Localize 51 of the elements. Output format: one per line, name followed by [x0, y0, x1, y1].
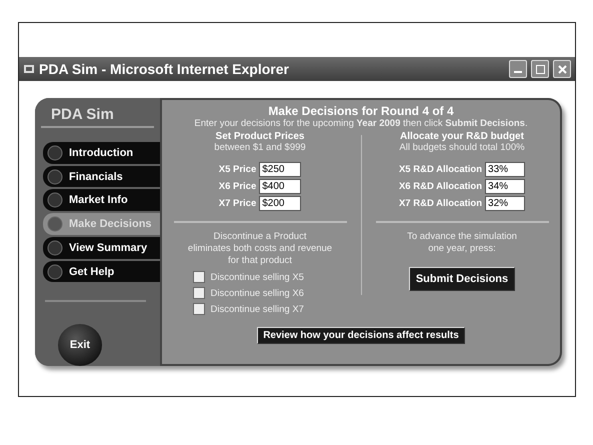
sidebar-title: PDA Sim: [41, 104, 154, 128]
budget-heading: Allocate your R&D budget: [400, 131, 524, 142]
advance-text: one year, press:: [428, 243, 496, 255]
allocation-label: X5 R&D Allocation: [398, 164, 482, 175]
price-field[interactable]: $250: [259, 162, 302, 177]
close-icon: [558, 64, 566, 74]
ball-icon: [47, 264, 63, 280]
review-button[interactable]: Review how your decisions affect results: [257, 327, 465, 344]
instructions: Enter your decisions for the upcoming Year 2009 then click Submit Decisions.: [194, 118, 528, 129]
checkbox-label: Discontinue selling X7: [210, 304, 304, 314]
checkbox[interactable]: [192, 287, 204, 299]
allocation-label: X7 R&D Allocation: [398, 198, 482, 209]
allocation-field[interactable]: 32%: [485, 196, 526, 211]
discontinue-heading: Discontinue a Product: [214, 231, 306, 243]
advance-text: To advance the simulation: [407, 231, 517, 243]
checkbox-label: Discontinue selling X6: [210, 288, 304, 298]
ball-icon: [47, 144, 63, 161]
price-label: X6 Price: [218, 181, 256, 192]
ball-icon: [47, 192, 63, 208]
price-label: X5 Price: [218, 164, 256, 175]
nav-item[interactable]: Get Help: [43, 260, 160, 282]
maximize-icon: [536, 64, 544, 74]
maximize-button[interactable]: [531, 60, 549, 78]
prices-subheading: between $1 and $999: [214, 142, 306, 154]
browser-icon: [23, 63, 35, 75]
price-field[interactable]: $200: [259, 196, 302, 211]
discontinue-description: for that product: [228, 255, 292, 267]
budget-subheading: All budgets should total 100%: [399, 142, 525, 154]
nav-item[interactable]: Introduction: [43, 142, 160, 164]
window-title: PDA Sim - Microsoft Internet Explorer: [39, 61, 290, 77]
exit-button[interactable]: Exit: [58, 324, 102, 366]
discontinue-description: eliminates both costs and revenue: [188, 243, 332, 255]
nav-item[interactable]: View Summary: [43, 236, 160, 259]
allocation-label: X6 R&D Allocation: [398, 181, 482, 192]
checkbox[interactable]: [192, 271, 204, 283]
submit-button[interactable]: Submit Decisions: [408, 267, 516, 291]
checkbox[interactable]: [192, 303, 204, 315]
allocation-field[interactable]: 33%: [485, 162, 526, 177]
nav-item[interactable]: Financials: [43, 166, 160, 188]
minimize-button[interactable]: [509, 60, 527, 78]
prices-heading: Set Product Prices: [216, 131, 304, 142]
price-field[interactable]: $400: [259, 179, 302, 194]
nav-item[interactable]: Market Info: [43, 189, 160, 212]
allocation-field[interactable]: 34%: [485, 179, 526, 194]
ball-icon: [47, 216, 63, 232]
checkbox-label: Discontinue selling X5: [210, 272, 304, 282]
panel-title: Make Decisions for Round 4 of 4: [268, 104, 454, 118]
close-button[interactable]: [553, 60, 571, 78]
price-label: X7 Price: [218, 198, 256, 209]
ball-icon: [47, 240, 63, 256]
ball-icon: [47, 168, 63, 185]
